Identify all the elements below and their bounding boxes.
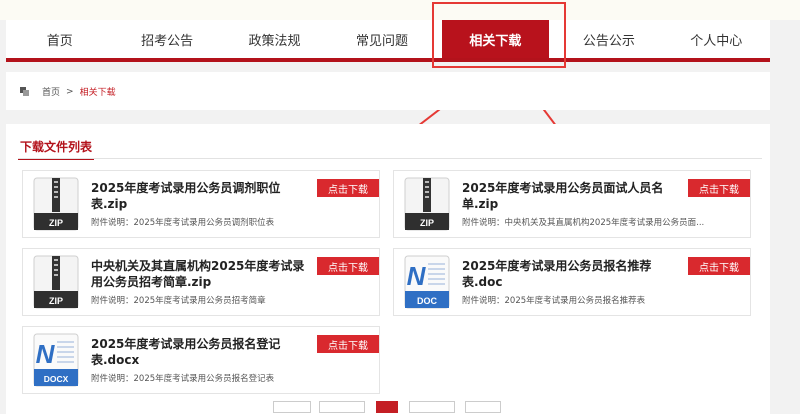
zip-file-icon: ZIP xyxy=(33,255,79,309)
word-file-icon: N DOCX xyxy=(33,333,79,387)
svg-text:N: N xyxy=(36,339,56,369)
svg-text:ZIP: ZIP xyxy=(420,218,434,228)
download-button[interactable]: 点击下载 xyxy=(688,257,750,275)
pagination-prev[interactable] xyxy=(273,401,311,413)
file-description: 附件说明：中央机关及其直属机构2025年度考试录用公务员面... xyxy=(462,218,705,228)
pagination-last[interactable] xyxy=(409,401,455,413)
word-file-icon: N DOC xyxy=(404,255,450,309)
breadcrumb-separator: > xyxy=(66,86,74,97)
zip-file-icon: ZIP xyxy=(33,177,79,231)
file-title: 2025年度考试录用公务员面试人员名单.zip xyxy=(462,181,664,211)
download-button[interactable]: 点击下载 xyxy=(317,179,379,197)
main-nav: 首页 招考公告 政策法规 常见问题 相关下载 公告公示 个人中心 xyxy=(6,20,770,62)
nav-item-announcements[interactable]: 公告公示 xyxy=(555,20,662,58)
file-card: ZIP 2025年度考试录用公务员调剂职位表.zip 附件说明：2025年度考试… xyxy=(22,170,380,238)
list-title: 下载文件列表 xyxy=(18,138,95,160)
svg-text:ZIP: ZIP xyxy=(49,218,63,228)
svg-text:DOCX: DOCX xyxy=(44,374,69,384)
file-title: 2025年度考试录用公务员调剂职位表.zip xyxy=(91,181,281,211)
file-description: 附件说明：2025年度考试录用公务员报名登记表 xyxy=(91,374,275,384)
nav-item-personal-center[interactable]: 个人中心 xyxy=(663,20,770,58)
location-icon xyxy=(20,86,30,97)
file-card: N DOC 2025年度考试录用公务员报名推荐表.doc 附件说明：2025年度… xyxy=(393,248,751,316)
nav-item-faq[interactable]: 常见问题 xyxy=(328,20,435,58)
pagination-first[interactable] xyxy=(319,401,365,413)
top-strip xyxy=(0,0,800,20)
pagination-next[interactable] xyxy=(465,401,501,413)
svg-text:DOC: DOC xyxy=(417,296,438,306)
breadcrumb-current: 相关下载 xyxy=(79,88,116,98)
download-button[interactable]: 点击下载 xyxy=(688,179,750,197)
breadcrumb-home-link[interactable]: 首页 xyxy=(42,85,60,98)
download-button[interactable]: 点击下载 xyxy=(317,335,379,353)
svg-text:ZIP: ZIP xyxy=(49,296,63,306)
file-description: 附件说明：2025年度考试录用公务员报名推荐表 xyxy=(462,296,646,306)
breadcrumb-panel: 首页 > 相关下载 xyxy=(6,72,770,110)
nav-item-recruitment-notices[interactable]: 招考公告 xyxy=(113,20,220,58)
file-title: 2025年度考试录用公务员报名推荐表.doc xyxy=(462,259,652,289)
file-description: 附件说明：2025年度考试录用公务员调剂职位表 xyxy=(91,218,275,228)
list-divider xyxy=(18,158,762,159)
file-card: ZIP 2025年度考试录用公务员面试人员名单.zip 附件说明：中央机关及其直… xyxy=(393,170,751,238)
pagination-current-page[interactable] xyxy=(376,401,398,413)
file-card: ZIP 中央机关及其直属机构2025年度考试录用公务员招考简章.zip 附件说明… xyxy=(22,248,380,316)
nav-item-downloads[interactable]: 相关下载 xyxy=(441,20,550,58)
breadcrumb: 首页 > 相关下载 xyxy=(20,85,116,98)
svg-text:N: N xyxy=(407,261,427,291)
zip-file-icon: ZIP xyxy=(404,177,450,231)
download-list-panel: 下载文件列表 ZIP 2025年度考试录用公务员调剂职位表.zip 附件说明：2… xyxy=(6,124,770,414)
nav-item-policies[interactable]: 政策法规 xyxy=(221,20,328,58)
file-title: 2025年度考试录用公务员报名登记表.docx xyxy=(91,337,281,367)
nav-item-home[interactable]: 首页 xyxy=(6,20,113,58)
file-title: 中央机关及其直属机构2025年度考试录用公务员招考简章.zip xyxy=(91,259,305,289)
file-description: 附件说明：2025年度考试录用公务员招考简章 xyxy=(91,296,266,306)
file-card: N DOCX 2025年度考试录用公务员报名登记表.docx 附件说明：2025… xyxy=(22,326,380,394)
download-button[interactable]: 点击下载 xyxy=(317,257,379,275)
